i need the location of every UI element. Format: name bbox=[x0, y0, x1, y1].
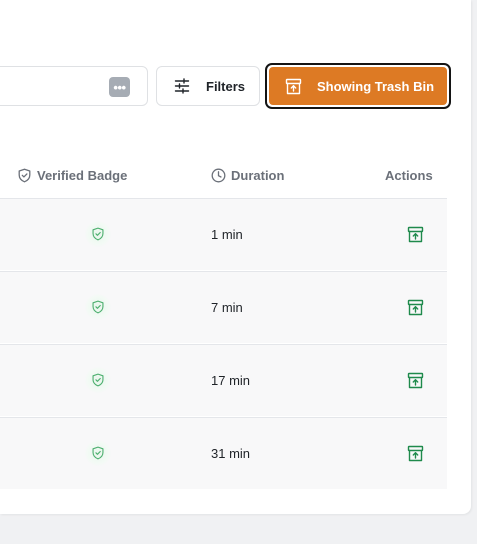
column-header-label: Verified Badge bbox=[37, 167, 128, 183]
verified-badge-icon bbox=[85, 367, 111, 393]
filters-button[interactable]: Filters bbox=[156, 66, 260, 106]
duration-cell: 7 min bbox=[211, 300, 243, 315]
more-options-icon[interactable]: ••• bbox=[109, 77, 130, 97]
verified-badge-icon bbox=[85, 221, 111, 247]
restore-archive-icon[interactable] bbox=[407, 445, 424, 462]
duration-cell: 17 min bbox=[211, 373, 251, 388]
column-header-duration[interactable]: Duration bbox=[211, 166, 284, 184]
content-card: ••• Filters Showing Trash Bin Verified B… bbox=[0, 0, 471, 514]
column-header-label: Actions bbox=[385, 167, 433, 183]
shield-check-icon bbox=[17, 168, 32, 183]
column-header-actions: Actions bbox=[385, 166, 433, 184]
restore-archive-icon[interactable] bbox=[407, 372, 424, 389]
table-row[interactable]: 31 min bbox=[0, 417, 447, 489]
verified-badge-icon bbox=[85, 440, 111, 466]
table-row[interactable]: 7 min bbox=[0, 271, 447, 343]
verified-badge-icon bbox=[85, 294, 111, 320]
sliders-icon bbox=[174, 78, 190, 94]
restore-archive-icon[interactable] bbox=[407, 226, 424, 243]
duration-cell: 1 min bbox=[211, 227, 243, 242]
filters-label: Filters bbox=[206, 78, 246, 94]
showing-trash-bin-button[interactable]: Showing Trash Bin bbox=[265, 63, 451, 109]
search-input[interactable]: ••• bbox=[0, 66, 148, 106]
restore-archive-icon[interactable] bbox=[407, 299, 424, 316]
column-header-label: Duration bbox=[231, 167, 285, 183]
table-row[interactable]: 17 min bbox=[0, 344, 447, 416]
archive-restore-icon bbox=[285, 78, 302, 95]
duration-cell: 31 min bbox=[211, 446, 251, 461]
showing-trash-bin-label: Showing Trash Bin bbox=[317, 78, 435, 94]
table-row[interactable]: 1 min bbox=[0, 198, 447, 270]
clock-icon bbox=[211, 168, 226, 183]
column-header-verified-badge[interactable]: Verified Badge bbox=[17, 166, 127, 184]
